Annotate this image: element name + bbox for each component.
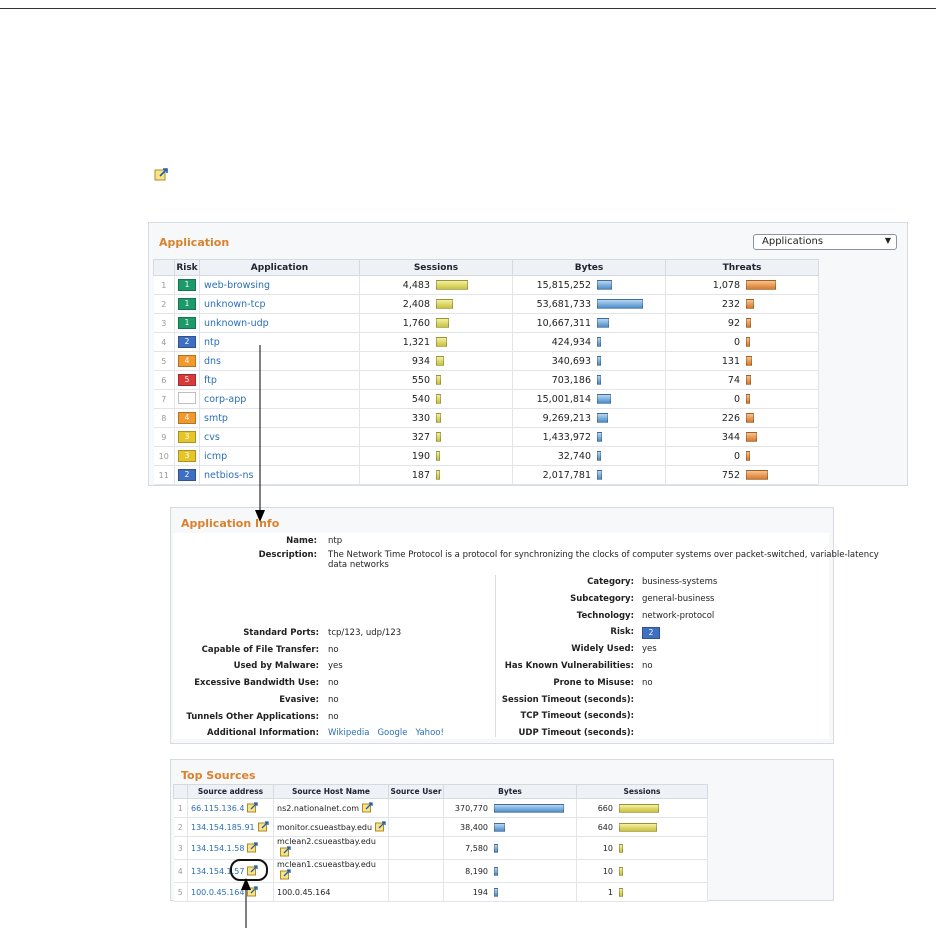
annotation-arrows <box>241 345 265 928</box>
